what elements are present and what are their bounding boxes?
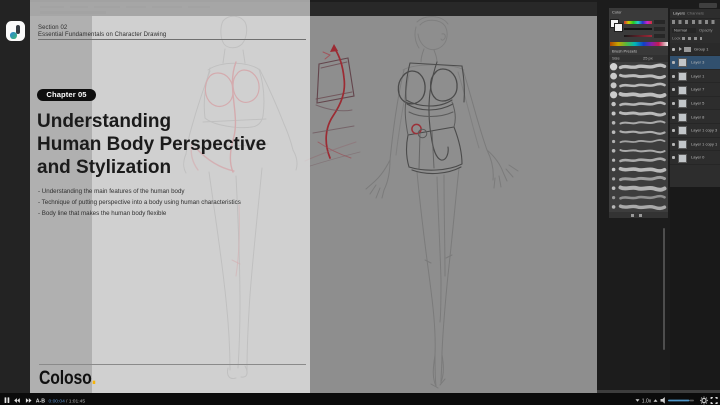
svg-text:0:00:04: 0:00:04 — [49, 398, 66, 404]
svg-text:/ 1:01:45: / 1:01:45 — [66, 398, 85, 404]
svg-text:A-B: A-B — [36, 398, 45, 404]
svg-text:1.0x: 1.0x — [642, 398, 652, 404]
